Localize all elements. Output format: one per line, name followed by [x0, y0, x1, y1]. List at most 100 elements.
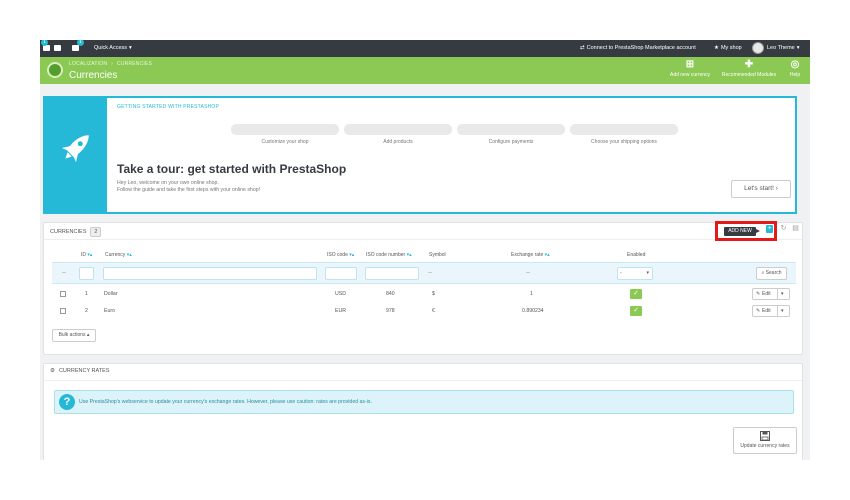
step-progress-bar — [570, 124, 678, 135]
add-new-currency-button[interactable]: ⊞ Add new currency — [666, 59, 714, 78]
cell-iso-number: 978 — [386, 308, 395, 314]
search-icon: ⌕ — [761, 270, 765, 276]
messages-notification[interactable] — [54, 45, 61, 51]
edit-label: Edit — [762, 291, 771, 297]
column-header-id[interactable]: ID ▾▴ — [81, 252, 92, 258]
search-button[interactable]: ⌕ Search — [756, 267, 787, 280]
user-icon — [72, 45, 79, 51]
chevron-down-icon: ▾ — [129, 45, 132, 51]
panel-heading: CURRENCIES 2 — [50, 227, 102, 237]
cell-id: 1 — [85, 291, 88, 297]
edit-label: Edit — [762, 308, 771, 314]
enabled-filter-select[interactable]: - ▾ — [617, 267, 653, 280]
plus-icon: ⊞ — [685, 59, 695, 70]
row-checkbox[interactable] — [60, 291, 66, 297]
cell-iso: USD — [335, 291, 346, 297]
sort-icon[interactable]: ▾▴ — [545, 252, 550, 258]
lets-start-button[interactable]: Let's start! › — [731, 180, 791, 198]
column-label: ID — [81, 252, 86, 258]
rocket-icon — [61, 135, 89, 163]
check-icon: ✓ — [633, 290, 639, 297]
step-add-products[interactable]: Add products — [344, 124, 452, 145]
bulk-actions-button[interactable]: Bulk actions ▴ — [52, 329, 96, 342]
column-header-symbol: Symbol — [429, 252, 446, 258]
puzzle-icon: ✚ — [744, 59, 754, 70]
onboarding-banner — [45, 98, 107, 212]
my-shop-label: My shop — [720, 45, 742, 51]
welcome-text: Hey Leo, welcome on your own online shop… — [117, 180, 260, 194]
edit-button[interactable]: ✎ Edit ▾ — [752, 288, 790, 300]
step-progress-bar — [231, 124, 339, 135]
search-label: Search — [765, 270, 782, 276]
filter-placeholder: -- — [526, 270, 530, 276]
add-new-currency-label: Add new currency — [669, 72, 711, 78]
filter-row: -- -- -- - ▾ ⌕ Search — [52, 262, 796, 284]
customers-notification[interactable] — [72, 45, 79, 51]
step-customize[interactable]: Customize your shop — [231, 124, 339, 145]
row-checkbox[interactable] — [60, 308, 66, 314]
breadcrumb-item[interactable]: LOCALIZATION — [69, 61, 107, 67]
marketplace-link[interactable]: ⇄ Connect to PrestaShop Marketplace acco… — [580, 45, 696, 51]
divider — [44, 380, 802, 381]
export-button[interactable]: ▤ — [792, 225, 799, 233]
globe-icon — [47, 62, 63, 78]
admin-window: 1 1 Quick Access ▾ ⇄ Connect to PrestaSh… — [40, 40, 810, 460]
table-row[interactable]: 2 Euro EUR 978 € 0.890234 ✓ ✎ Edit ▾ — [52, 304, 796, 319]
column-header-iso-number[interactable]: ISO code number ▾▴ — [366, 252, 412, 258]
currency-rates-panel: ⚙ CURRENCY RATES ? Use PrestaShop's webs… — [43, 363, 803, 460]
notification-badge: 1 — [77, 40, 84, 46]
sort-icon[interactable]: ▾▴ — [127, 252, 132, 258]
step-shipping[interactable]: Choose your shipping options — [570, 124, 678, 145]
update-rates-button[interactable]: Update currency rates — [733, 427, 797, 454]
bulk-actions-label: Bulk actions — [58, 332, 86, 338]
filter-placeholder: -- — [62, 270, 66, 276]
avatar[interactable] — [752, 42, 764, 54]
column-label: Currency — [105, 252, 126, 258]
sort-icon[interactable]: ▾▴ — [87, 252, 92, 258]
page-title: Currencies — [69, 70, 118, 81]
cell-symbol: € — [432, 308, 435, 314]
panel-title: CURRENCY RATES — [58, 368, 110, 374]
enabled-toggle[interactable]: ✓ — [630, 306, 642, 316]
employee-label: Leo Theme — [767, 45, 795, 51]
cell-rate: 1 — [530, 291, 533, 297]
iso-filter-input[interactable] — [325, 267, 357, 280]
refresh-button[interactable]: ↻ — [780, 225, 787, 233]
column-header-rate[interactable]: Exchange rate ▾▴ — [511, 252, 550, 258]
my-shop-link[interactable]: ★ My shop — [714, 45, 742, 51]
count-badge: 2 — [90, 227, 102, 237]
sort-icon[interactable]: ▾▴ — [349, 252, 354, 258]
divider — [44, 239, 802, 240]
chevron-up-icon: ▴ — [86, 332, 90, 338]
employee-menu[interactable]: Leo Theme ▾ — [767, 45, 800, 51]
currency-filter-input[interactable] — [103, 267, 317, 280]
help-button[interactable]: ◎ Help — [785, 59, 805, 78]
edit-button[interactable]: ✎ Edit ▾ — [752, 305, 790, 317]
step-progress-bar — [344, 124, 452, 135]
enabled-toggle[interactable]: ✓ — [630, 289, 642, 299]
column-label: Enabled — [627, 252, 646, 258]
cell-rate: 0.890234 — [522, 308, 544, 314]
column-label: ISO code — [327, 252, 348, 258]
quick-access-menu[interactable]: Quick Access ▾ — [94, 45, 132, 51]
breadcrumb: LOCALIZATIONCURRENCIES — [69, 61, 152, 67]
divider — [777, 289, 778, 299]
chevron-down-icon[interactable]: ▾ — [781, 306, 784, 316]
recommended-modules-button[interactable]: ✚ Recommended Modules — [716, 59, 782, 78]
column-header-currency[interactable]: Currency ▾▴ — [105, 252, 132, 258]
id-filter-input[interactable] — [79, 267, 94, 280]
sort-icon[interactable]: ▾▴ — [407, 252, 412, 258]
page-header: LOCALIZATIONCURRENCIES Currencies ⊞ Add … — [40, 57, 810, 84]
plus-icon: + — [767, 225, 772, 232]
column-header-iso[interactable]: ISO code ▾▴ — [327, 252, 354, 258]
iso-number-filter-input[interactable] — [365, 267, 419, 280]
add-new-button[interactable]: + — [766, 225, 773, 233]
chevron-down-icon[interactable]: ▾ — [781, 289, 784, 299]
onboarding-heading: GETTING STARTED WITH PRESTASHOP — [117, 104, 220, 110]
step-payments[interactable]: Configure payments — [457, 124, 565, 145]
table-row[interactable]: 1 Dollar USD 840 $ 1 ✓ ✎ Edit ▾ — [52, 287, 796, 302]
enabled-filter-value: - — [620, 270, 622, 276]
pencil-icon: ✎ — [756, 291, 761, 297]
step-label: Customize your shop — [261, 139, 309, 145]
breadcrumb-item[interactable]: CURRENCIES — [107, 61, 152, 67]
